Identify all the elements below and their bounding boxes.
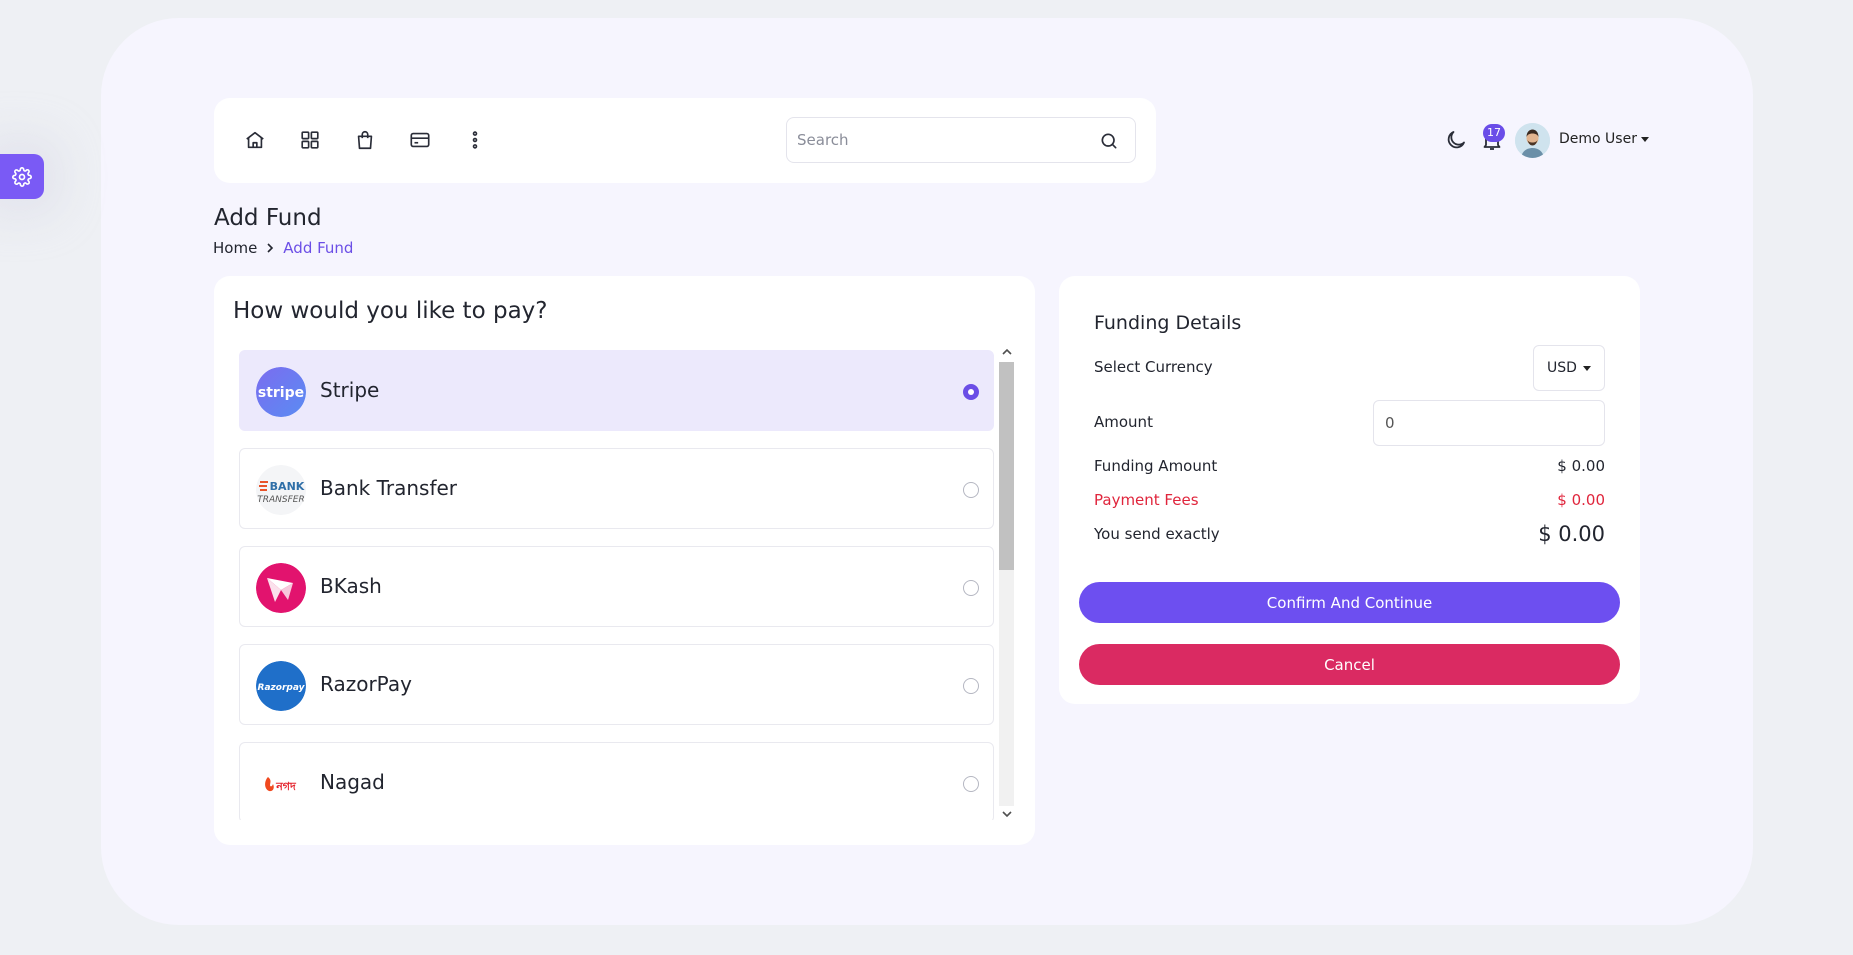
breadcrumb: Home Add Fund	[213, 239, 353, 257]
payment-method-bank-transfer[interactable]: BANK TRANSFER Bank Transfer	[239, 448, 994, 529]
currency-value: USD	[1547, 360, 1577, 376]
currency-select[interactable]: USD	[1533, 345, 1605, 391]
caret-down-icon	[1582, 365, 1591, 371]
method-label: Stripe	[320, 378, 380, 402]
method-radio[interactable]	[963, 482, 979, 498]
method-radio[interactable]	[963, 776, 979, 792]
home-icon[interactable]	[242, 127, 268, 153]
payment-method-bkash[interactable]: BKash	[239, 546, 994, 627]
page-title: Add Fund	[214, 205, 322, 231]
bank-transfer-logo: BANK TRANSFER	[256, 465, 306, 515]
razorpay-logo-text: Razorpay	[258, 683, 306, 693]
notification-badge: 17	[1483, 124, 1505, 142]
grid-icon[interactable]	[297, 127, 323, 153]
payment-fees-value: $ 0.00	[1557, 491, 1605, 509]
razorpay-logo: Razorpay	[256, 661, 306, 711]
card-icon[interactable]	[407, 127, 433, 153]
scroll-down-arrow-icon[interactable]	[1002, 810, 1012, 818]
scrollbar-thumb[interactable]	[999, 362, 1014, 570]
chevron-right-icon	[267, 243, 274, 253]
search-icon[interactable]	[1099, 131, 1119, 151]
payment-method-razorpay[interactable]: Razorpay RazorPay	[239, 644, 994, 725]
method-radio[interactable]	[963, 580, 979, 596]
stripe-logo: stripe	[256, 367, 306, 417]
payment-fees-label: Payment Fees	[1094, 491, 1199, 509]
stripe-logo-text: stripe	[258, 385, 304, 401]
method-list-scrollbar[interactable]	[997, 344, 1015, 824]
bag-icon[interactable]	[352, 127, 378, 153]
payment-question: How would you like to pay?	[233, 298, 548, 324]
bkash-logo	[256, 563, 306, 613]
send-exactly-value: $ 0.00	[1538, 522, 1605, 546]
search-input[interactable]	[797, 118, 1087, 162]
payment-method-list: stripe Stripe BANK TRANSFER Bank Transfe…	[239, 350, 994, 820]
breadcrumb-current: Add Fund	[283, 239, 354, 257]
settings-toggle[interactable]	[0, 154, 44, 199]
more-vertical-icon[interactable]	[462, 127, 488, 153]
avatar[interactable]	[1515, 123, 1550, 158]
send-exactly-label: You send exactly	[1094, 525, 1220, 543]
funding-title: Funding Details	[1094, 312, 1242, 334]
bank-logo-text-bottom: TRANSFER	[257, 495, 304, 505]
select-currency-label: Select Currency	[1094, 358, 1213, 376]
amount-label: Amount	[1094, 413, 1153, 431]
breadcrumb-home[interactable]: Home	[213, 239, 257, 257]
cancel-button[interactable]: Cancel	[1079, 644, 1620, 685]
user-menu[interactable]: Demo User	[1559, 131, 1649, 147]
gear-icon	[12, 166, 32, 187]
caret-down-icon	[1640, 136, 1649, 142]
payment-method-nagad[interactable]: নগদ Nagad	[239, 742, 994, 820]
method-label: RazorPay	[320, 672, 412, 696]
confirm-continue-button[interactable]: Confirm And Continue	[1079, 582, 1620, 623]
nagad-logo-text: নগদ	[275, 780, 297, 793]
funding-amount-label: Funding Amount	[1094, 457, 1218, 475]
funding-details-card	[1059, 276, 1640, 704]
user-name: Demo User	[1559, 131, 1637, 147]
method-radio[interactable]	[963, 384, 979, 400]
method-label: BKash	[320, 574, 382, 598]
bank-logo-text-top: BANK	[270, 480, 305, 493]
funding-amount-value: $ 0.00	[1557, 457, 1605, 475]
nagad-logo: নগদ	[256, 759, 306, 809]
search-box	[786, 117, 1136, 163]
method-radio[interactable]	[963, 678, 979, 694]
moon-icon[interactable]	[1444, 128, 1468, 152]
scroll-up-arrow-icon[interactable]	[1002, 348, 1012, 356]
method-label: Bank Transfer	[320, 476, 458, 500]
payment-method-stripe[interactable]: stripe Stripe	[239, 350, 994, 431]
amount-input[interactable]	[1373, 400, 1605, 446]
method-label: Nagad	[320, 770, 385, 794]
